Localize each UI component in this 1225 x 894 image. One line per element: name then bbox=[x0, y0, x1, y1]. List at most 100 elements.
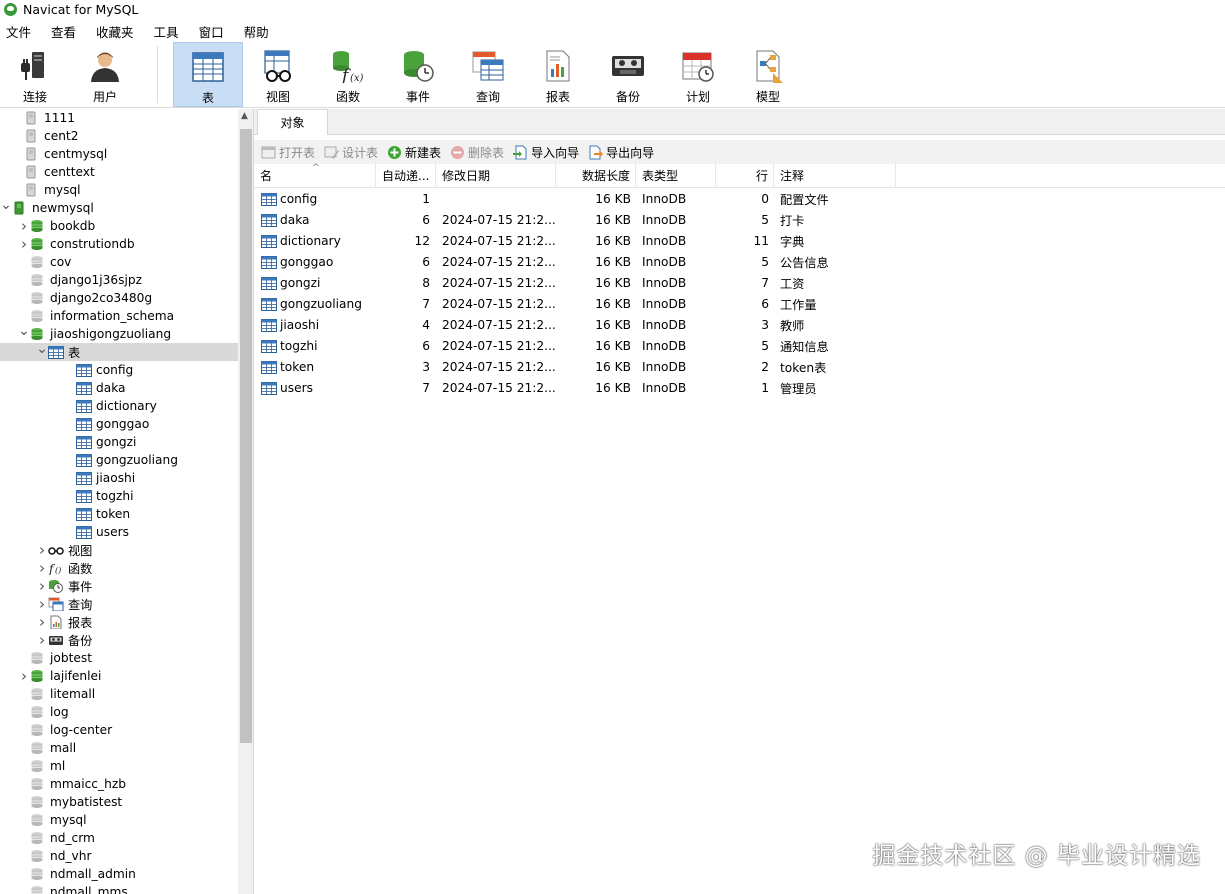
header-auto-increment[interactable]: 自动递... bbox=[376, 163, 436, 188]
tree-database[interactable]: mybatistest bbox=[0, 793, 238, 811]
tree-object-node[interactable]: › 事件 bbox=[0, 577, 238, 595]
table-row[interactable]: dictionary 12 2024-07-15 21:2... 16 KB InnoD… bbox=[254, 230, 1225, 251]
header-data-length[interactable]: 数据长度 bbox=[556, 163, 636, 188]
tree-object-node[interactable]: › 查询 bbox=[0, 595, 238, 613]
cell-name[interactable]: dictionary bbox=[254, 234, 376, 248]
import-wizard-button[interactable]: 导入向导 bbox=[513, 144, 579, 161]
cell-name[interactable]: users bbox=[254, 381, 376, 395]
tree-database[interactable]: information_schema bbox=[0, 307, 238, 325]
table-row[interactable]: config 1 16 KB InnoDB 0 配置文件 bbox=[254, 188, 1225, 209]
design-table-button[interactable]: 设计表 bbox=[324, 144, 378, 161]
tree-database[interactable]: › construtiondb bbox=[0, 235, 238, 253]
scrollbar-thumb[interactable] bbox=[240, 129, 252, 743]
cell-name[interactable]: gongzuoliang bbox=[254, 297, 376, 311]
tree-database[interactable]: ndmall_admin bbox=[0, 865, 238, 883]
toolbar-backup-button[interactable]: 备份 bbox=[593, 42, 663, 107]
collapse-icon[interactable]: ⌄ bbox=[36, 341, 48, 357]
table-row[interactable]: users 7 2024-07-15 21:2... 16 KB InnoDB 1 管理员 bbox=[254, 377, 1225, 398]
toolbar-view-button[interactable]: 视图 bbox=[243, 42, 313, 107]
tree-database[interactable]: nd_crm bbox=[0, 829, 238, 847]
toolbar-model-button[interactable]: 模型 bbox=[733, 42, 803, 107]
tree-database[interactable]: nd_vhr bbox=[0, 847, 238, 865]
expand-icon[interactable]: › bbox=[36, 577, 48, 595]
table-row[interactable]: daka 6 2024-07-15 21:2... 16 KB InnoDB 5 打卡 bbox=[254, 209, 1225, 230]
tree-database[interactable]: django2co3480g bbox=[0, 289, 238, 307]
open-table-button[interactable]: 打开表 bbox=[261, 144, 315, 161]
header-rows[interactable]: 行 bbox=[716, 163, 774, 188]
toolbar-function-button[interactable]: f (x) 函数 bbox=[313, 42, 383, 107]
expand-icon[interactable]: › bbox=[18, 667, 30, 685]
expand-icon[interactable]: › bbox=[36, 613, 48, 631]
tree-database[interactable]: log-center bbox=[0, 721, 238, 739]
tab-objects[interactable]: 对象 bbox=[257, 109, 328, 135]
tree-database[interactable]: ndmall_mms bbox=[0, 883, 238, 894]
toolbar-connect-button[interactable]: 连接 bbox=[0, 42, 70, 107]
table-row[interactable]: gongzuoliang 7 2024-07-15 21:2... 16 KB Inno… bbox=[254, 293, 1225, 314]
tree-database[interactable]: ml bbox=[0, 757, 238, 775]
tree-connection[interactable]: centtext bbox=[0, 163, 238, 181]
cell-name[interactable]: gongzi bbox=[254, 276, 376, 290]
tree-database[interactable]: › bookdb bbox=[0, 217, 238, 235]
header-comment[interactable]: 注释 bbox=[774, 163, 896, 188]
table-row[interactable]: gonggao 6 2024-07-15 21:2... 16 KB InnoDB 5 公告… bbox=[254, 251, 1225, 272]
toolbar-event-button[interactable]: 事件 bbox=[383, 42, 453, 107]
tree-database[interactable]: mall bbox=[0, 739, 238, 757]
expand-icon[interactable]: › bbox=[18, 217, 30, 235]
toolbar-user-button[interactable]: 用户 bbox=[70, 42, 140, 107]
tree-database[interactable]: › lajifenlei bbox=[0, 667, 238, 685]
tree-database[interactable]: django1j36sjpz bbox=[0, 271, 238, 289]
tree-object-node[interactable]: › 备份 bbox=[0, 631, 238, 649]
header-engine[interactable]: 表类型 bbox=[636, 163, 716, 188]
tree-object-node[interactable]: › 视图 bbox=[0, 541, 238, 559]
tree-database[interactable]: litemall bbox=[0, 685, 238, 703]
tree-table[interactable]: config bbox=[0, 361, 238, 379]
scroll-up-icon[interactable]: ▲ bbox=[241, 111, 248, 121]
tree-connection[interactable]: centmysql bbox=[0, 145, 238, 163]
new-table-button[interactable]: 新建表 bbox=[387, 144, 441, 161]
menu-tools[interactable]: 工具 bbox=[154, 22, 179, 41]
table-row[interactable]: jiaoshi 4 2024-07-15 21:2... 16 KB InnoDB 3 教师 bbox=[254, 314, 1225, 335]
toolbar-query-button[interactable]: 查询 bbox=[453, 42, 523, 107]
cell-name[interactable]: daka bbox=[254, 213, 376, 227]
expand-icon[interactable]: › bbox=[36, 631, 48, 649]
cell-name[interactable]: jiaoshi bbox=[254, 318, 376, 332]
tree-object-node[interactable]: › 报表 bbox=[0, 613, 238, 631]
tree-connection[interactable]: mysql bbox=[0, 181, 238, 199]
tree-database[interactable]: jobtest bbox=[0, 649, 238, 667]
tree-database[interactable]: mysql bbox=[0, 811, 238, 829]
tree-table[interactable]: gongzi bbox=[0, 433, 238, 451]
delete-table-button[interactable]: 删除表 bbox=[450, 144, 504, 161]
tree-table[interactable]: token bbox=[0, 505, 238, 523]
tree-connection-open[interactable]: ⌄ newmysql bbox=[0, 197, 238, 217]
tree-object-node[interactable]: › f() 函数 bbox=[0, 559, 238, 577]
menu-help[interactable]: 帮助 bbox=[244, 22, 269, 41]
menu-view[interactable]: 查看 bbox=[51, 22, 76, 41]
collapse-icon[interactable]: ⌄ bbox=[18, 323, 30, 339]
header-modified-date[interactable]: 修改日期 bbox=[436, 163, 556, 188]
tree-table[interactable]: daka bbox=[0, 379, 238, 397]
sidebar-scrollbar[interactable]: ▲ bbox=[238, 109, 253, 894]
expand-icon[interactable]: › bbox=[36, 595, 48, 613]
toolbar-report-button[interactable]: 报表 bbox=[523, 42, 593, 107]
cell-name[interactable]: togzhi bbox=[254, 339, 376, 353]
expand-icon[interactable]: › bbox=[18, 235, 30, 253]
menu-file[interactable]: 文件 bbox=[6, 22, 31, 41]
expand-icon[interactable]: › bbox=[36, 541, 48, 559]
tree-connection[interactable]: 1111 bbox=[0, 109, 238, 127]
tree-database[interactable]: mmaicc_hzb bbox=[0, 775, 238, 793]
table-row[interactable]: gongzi 8 2024-07-15 21:2... 16 KB InnoDB 7 工资 bbox=[254, 272, 1225, 293]
tree-table[interactable]: users bbox=[0, 523, 238, 541]
tree-database[interactable]: log bbox=[0, 703, 238, 721]
table-row[interactable]: token 3 2024-07-15 21:2... 16 KB InnoDB 2 toke… bbox=[254, 356, 1225, 377]
expand-icon[interactable]: › bbox=[36, 559, 48, 577]
tree-connection[interactable]: cent2 bbox=[0, 127, 238, 145]
export-wizard-button[interactable]: 导出向导 bbox=[588, 144, 654, 161]
cell-name[interactable]: token bbox=[254, 360, 376, 374]
tree-database[interactable]: cov bbox=[0, 253, 238, 271]
tree-table[interactable]: togzhi bbox=[0, 487, 238, 505]
toolbar-table-button[interactable]: 表 bbox=[173, 42, 243, 107]
collapse-icon[interactable]: ⌄ bbox=[0, 197, 12, 213]
tree-table[interactable]: gongzuoliang bbox=[0, 451, 238, 469]
cell-name[interactable]: gonggao bbox=[254, 255, 376, 269]
table-row[interactable]: togzhi 6 2024-07-15 21:2... 16 KB InnoDB 5 通知信… bbox=[254, 335, 1225, 356]
